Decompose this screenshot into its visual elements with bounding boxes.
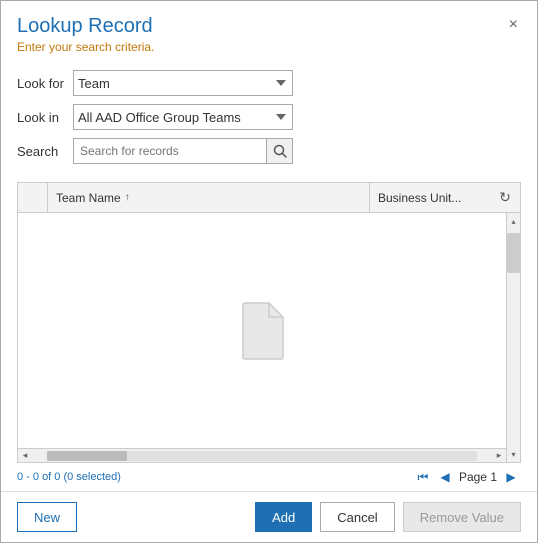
close-button[interactable]: × [504,15,523,35]
scroll-down-button[interactable]: ▾ [507,446,520,462]
table-header: Team Name ↑ Business Unit... ↻ [18,183,520,213]
vertical-scrollbar[interactable]: ▴ ▾ [506,213,520,462]
document-icon [237,301,287,361]
record-count: 0 - 0 of 0 (0 selected) [17,471,121,483]
new-button[interactable]: New [17,502,77,532]
dialog-title: Lookup Record [17,15,521,38]
look-in-control: All AAD Office Group Teams [73,104,293,130]
scroll-v-track [507,229,520,446]
add-button[interactable]: Add [255,502,312,532]
prev-page-button[interactable]: ◀ [435,467,455,487]
look-in-select[interactable]: All AAD Office Group Teams [73,104,293,130]
table-section: Team Name ↑ Business Unit... ↻ [17,182,521,463]
sort-arrow: ↑ [125,192,130,203]
search-row: Search [17,138,521,164]
dialog-subtitle: Enter your search criteria. [17,40,521,54]
refresh-icon: ↻ [499,189,511,206]
scroll-up-button[interactable]: ▴ [507,213,520,229]
remove-value-button[interactable]: Remove Value [403,502,521,532]
horizontal-scrollbar[interactable]: ◂ ▸ [18,448,506,462]
look-for-label: Look for [17,76,73,91]
next-page-icon: ▶ [506,470,515,484]
status-bar: 0 - 0 of 0 (0 selected) ⏮ ◀ Page 1 ▶ [1,463,537,491]
scroll-h-track [47,451,477,461]
search-input[interactable] [74,139,266,163]
footer-left: New [17,502,247,532]
th-team-name[interactable]: Team Name ↑ [48,183,370,212]
look-for-select[interactable]: Team [73,70,293,96]
th-checkbox-col [18,183,48,212]
search-label: Search [17,144,73,159]
prev-page-icon: ◀ [440,470,449,484]
search-button[interactable] [266,139,292,163]
page-label: Page 1 [459,470,497,484]
th-business-unit[interactable]: Business Unit... [370,183,490,212]
scroll-v-thumb[interactable] [507,233,520,273]
first-page-icon: ⏮ [418,470,429,485]
table-inner: ◂ ▸ ▴ ▾ [18,213,520,462]
scroll-h-thumb[interactable] [47,451,127,461]
look-for-control: Team [73,70,293,96]
empty-state-icon [237,301,287,361]
lookup-record-dialog: Lookup Record Enter your search criteria… [0,0,538,543]
pagination: ⏮ ◀ Page 1 ▶ [413,467,521,487]
dialog-header: Lookup Record Enter your search criteria… [1,1,537,60]
dialog-footer: New Add Cancel Remove Value [1,491,537,542]
look-in-label: Look in [17,110,73,125]
cancel-button[interactable]: Cancel [320,502,394,532]
refresh-button[interactable]: ↻ [490,183,520,213]
first-page-button[interactable]: ⏮ [413,467,433,487]
scroll-right-button[interactable]: ▸ [492,450,506,461]
form-section: Look for Team Look in All AAD Office Gro… [1,60,537,182]
look-in-row: Look in All AAD Office Group Teams [17,104,521,130]
search-icon [273,144,287,158]
look-for-row: Look for Team [17,70,521,96]
next-page-button[interactable]: ▶ [501,467,521,487]
search-input-wrap [73,138,293,164]
scroll-left-button[interactable]: ◂ [18,450,32,461]
table-body [18,213,506,448]
table-content: ◂ ▸ [18,213,506,462]
